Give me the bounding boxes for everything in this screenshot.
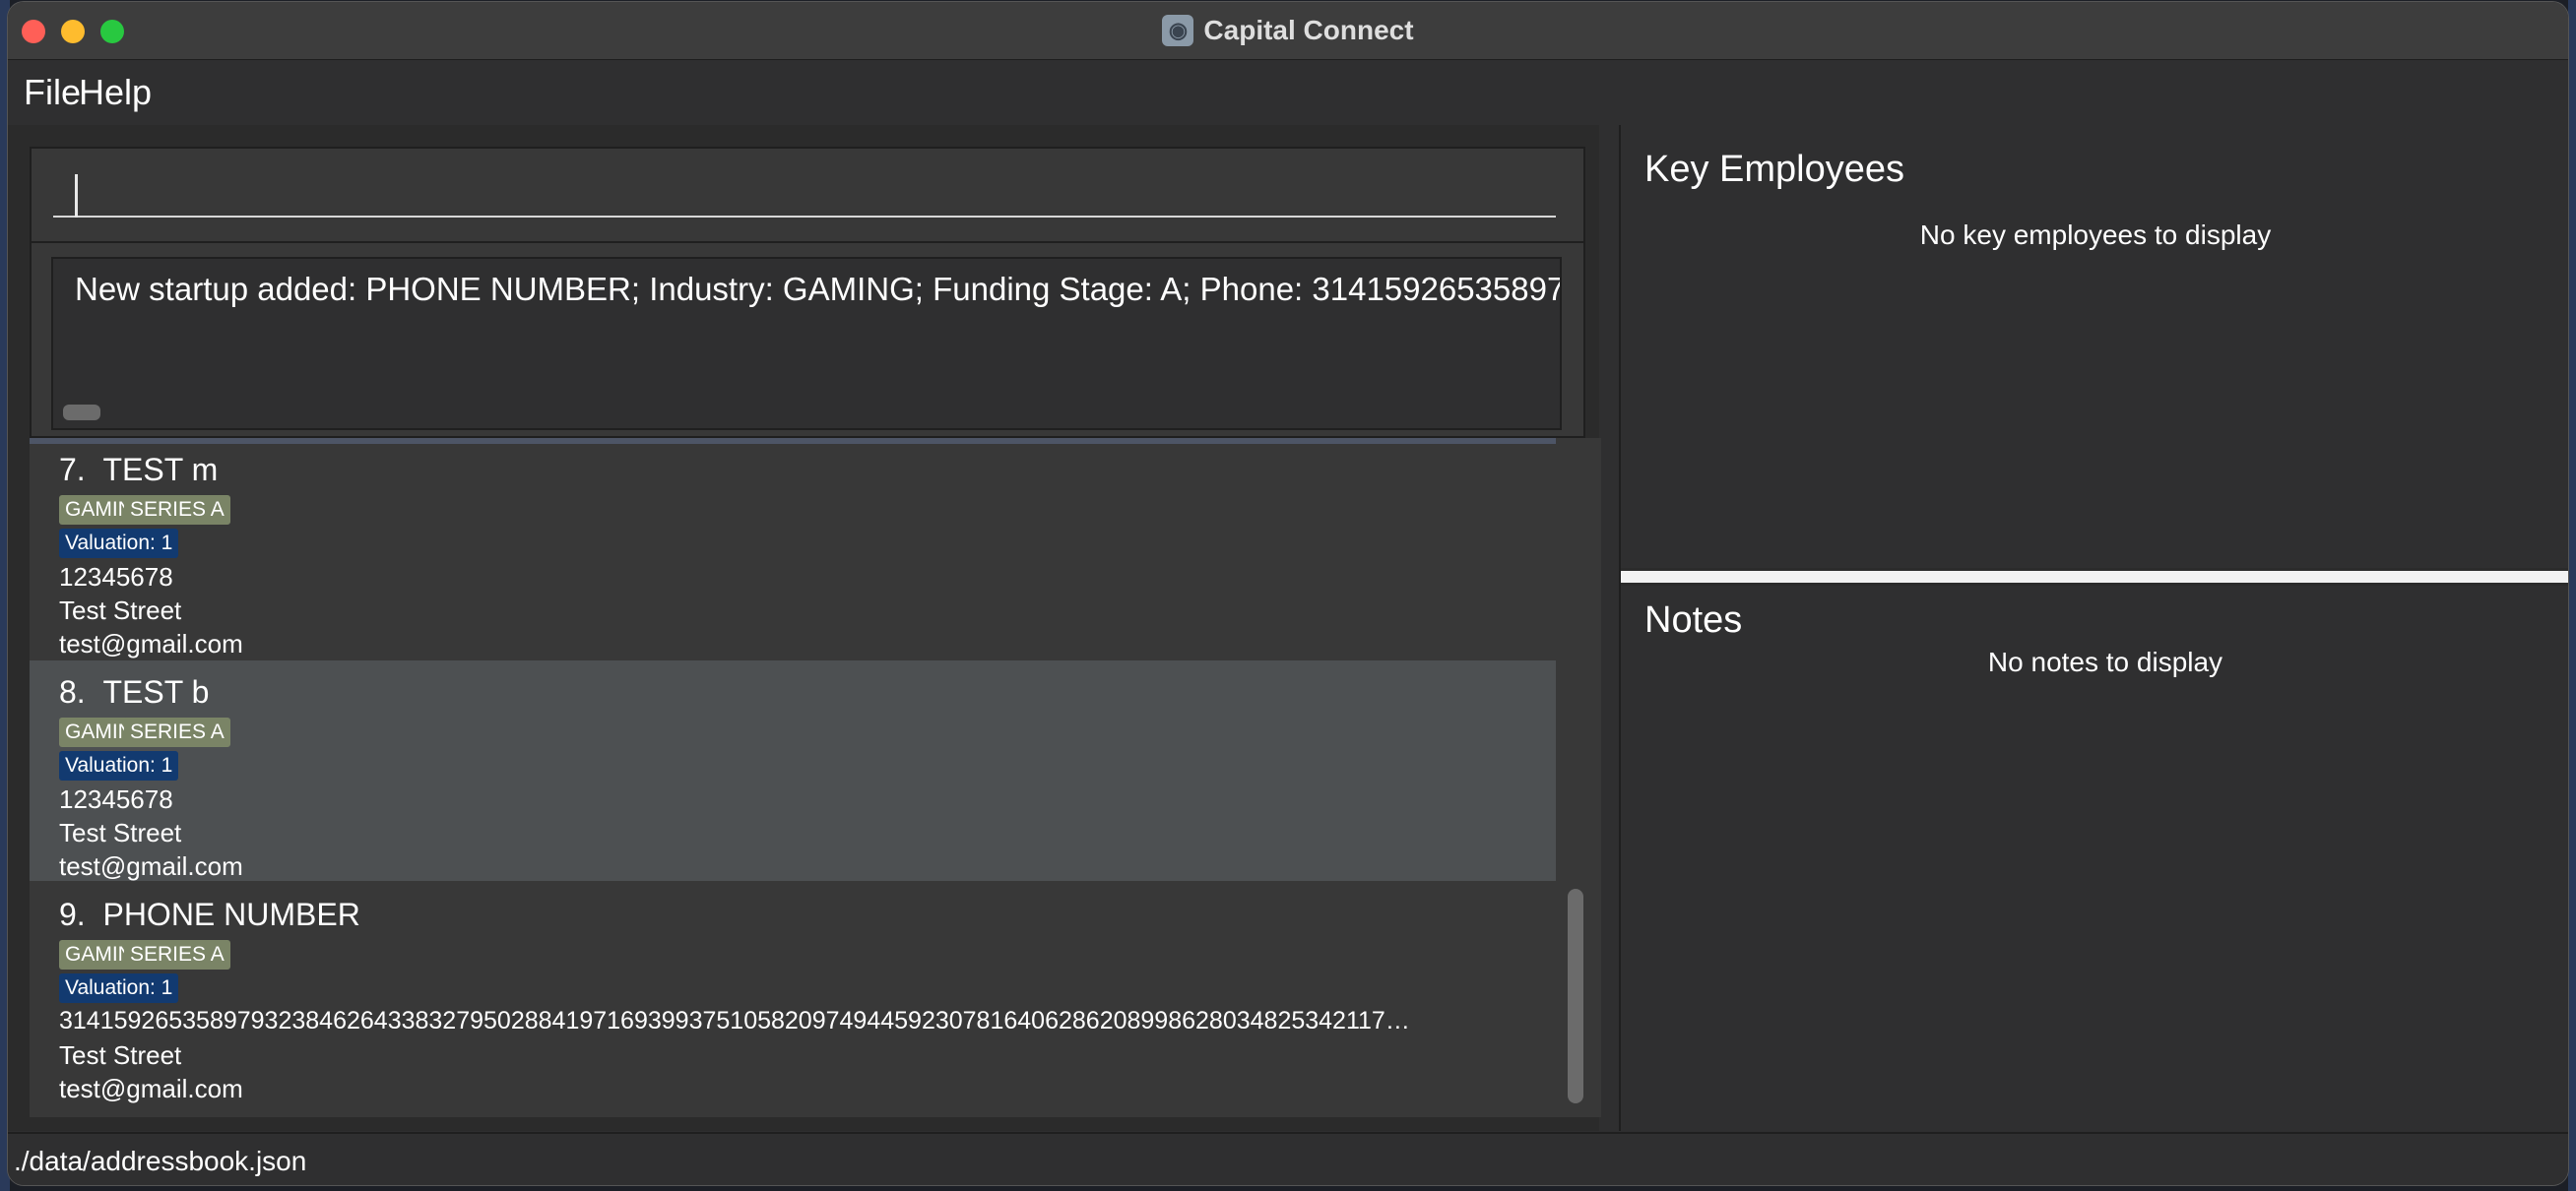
menu-help[interactable]: Help: [79, 72, 152, 113]
right-pane: Key Employees No key employees to displa…: [1619, 125, 2568, 1131]
key-employees-title: Key Employees: [1644, 149, 1905, 190]
startup-index: 8.: [59, 674, 86, 710]
startup-card-selected[interactable]: 8. TEST b GAMING SERIES A Valuation: 1 1…: [30, 660, 1556, 881]
startup-email: test@gmail.com: [59, 851, 243, 881]
window-title: Capital Connect: [1203, 15, 1414, 45]
notes-panel: Notes No notes to display: [1621, 586, 2568, 1131]
funding-stage-tag: SERIES A: [124, 718, 230, 747]
startup-phone: 3141592653589793238462643383279502884197…: [59, 1007, 1410, 1034]
startup-title: 8. TEST b: [59, 674, 209, 711]
menu-bar: File Help: [8, 60, 2568, 125]
startup-title: 7. TEST m: [59, 452, 218, 488]
startup-address: Test Street: [59, 818, 182, 847]
valuation-tag: Valuation: 1: [59, 751, 179, 781]
funding-stage-tag: SERIES A: [124, 940, 230, 970]
startup-phone: 12345678: [59, 784, 173, 814]
key-employees-placeholder: No key employees to display: [1919, 219, 2272, 250]
startup-phone: 12345678: [59, 562, 173, 592]
startup-address: Test Street: [59, 1040, 182, 1070]
app-logo-icon: ◉: [1162, 15, 1194, 46]
list-top-edge: [30, 438, 1556, 444]
startup-index: 9.: [59, 897, 86, 932]
vertical-scrollbar-thumb[interactable]: [1568, 889, 1583, 1103]
result-display-box: New startup added: PHONE NUMBER; Industr…: [30, 241, 1585, 438]
app-window: ◉ Capital Connect File Help New startup …: [8, 2, 2568, 1185]
startup-title: 9. PHONE NUMBER: [59, 897, 360, 933]
key-employees-panel: Key Employees No key employees to displa…: [1621, 125, 2568, 568]
menu-file[interactable]: File: [24, 72, 81, 113]
startup-list[interactable]: 7. TEST m GAMING SERIES A Valuation: 1 1…: [30, 438, 1601, 1117]
startup-index: 7.: [59, 452, 86, 487]
startup-card[interactable]: 9. PHONE NUMBER GAMING SERIES A Valuatio…: [30, 883, 1556, 1103]
valuation-tag: Valuation: 1: [59, 973, 179, 1003]
text-caret: [75, 174, 78, 218]
valuation-tag: Valuation: 1: [59, 529, 179, 558]
startup-name: TEST m: [102, 452, 219, 487]
startup-email: test@gmail.com: [59, 629, 243, 658]
startup-name: TEST b: [102, 674, 210, 710]
startup-name: PHONE NUMBER: [102, 897, 360, 932]
startup-email: test@gmail.com: [59, 1074, 243, 1103]
command-box: [30, 147, 1585, 243]
result-message: New startup added: PHONE NUMBER; Industr…: [75, 271, 1562, 307]
data-file-path: ./data/addressbook.json: [14, 1146, 307, 1176]
desktop-background-right: [2568, 0, 2576, 1191]
notes-title: Notes: [1644, 599, 1743, 641]
left-pane: New startup added: PHONE NUMBER; Industr…: [8, 125, 1601, 1131]
title-group: ◉ Capital Connect: [8, 2, 2568, 59]
notes-placeholder: No notes to display: [1987, 647, 2223, 677]
command-input[interactable]: [53, 170, 1556, 218]
funding-stage-tag: SERIES A: [124, 495, 230, 525]
status-bar: ./data/addressbook.json: [8, 1132, 2568, 1185]
split-pane-divider[interactable]: [1621, 571, 2568, 583]
result-display[interactable]: New startup added: PHONE NUMBER; Industr…: [51, 257, 1562, 430]
title-bar[interactable]: ◉ Capital Connect: [8, 2, 2568, 60]
startup-card[interactable]: 7. TEST m GAMING SERIES A Valuation: 1 1…: [30, 438, 1556, 658]
horizontal-scrollbar-thumb[interactable]: [63, 405, 100, 420]
startup-address: Test Street: [59, 596, 182, 625]
